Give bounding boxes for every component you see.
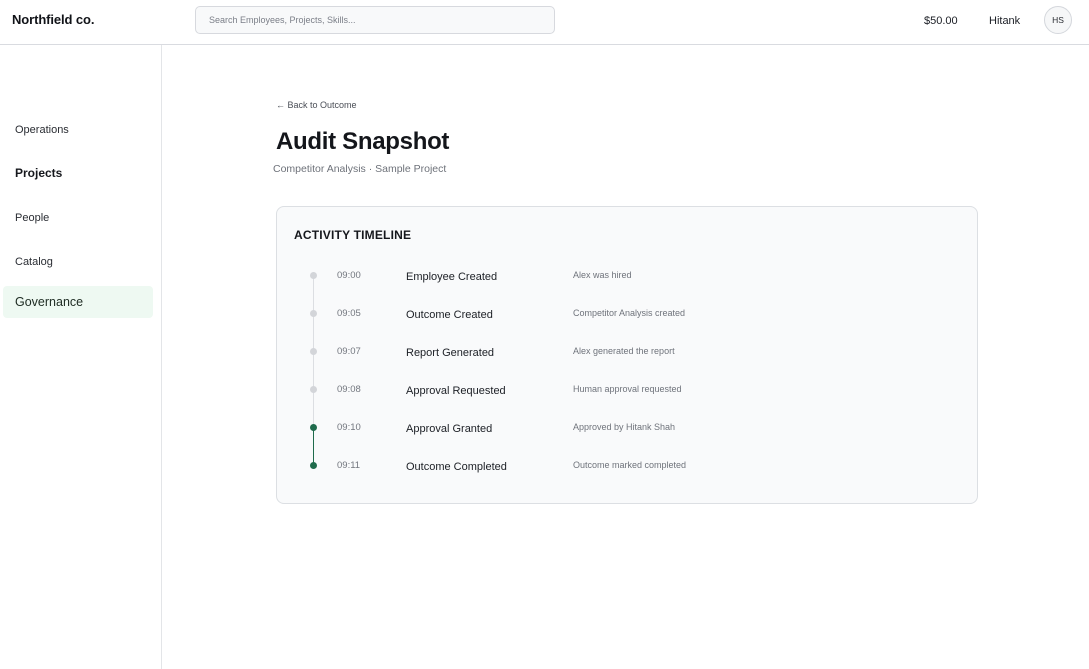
timeline-entry: 09:08 Approval Requested Human approval … [277, 383, 977, 403]
timeline-event: Outcome Created [406, 309, 493, 321]
timeline-dot [310, 348, 317, 355]
timeline-dot [310, 272, 317, 279]
timeline-dot [310, 462, 317, 469]
balance-amount: $50.00 [924, 15, 958, 27]
timeline-time: 09:08 [337, 384, 361, 395]
search-input[interactable] [196, 7, 554, 33]
sidebar: Operations Projects People Catalog Gover… [0, 45, 162, 669]
page-subtitle: Competitor Analysis · Sample Project [273, 163, 447, 175]
timeline-time: 09:00 [337, 270, 361, 281]
timeline-entry: 09:07 Report Generated Alex generated th… [277, 345, 977, 365]
timeline-time: 09:05 [337, 308, 361, 319]
timeline-dot [310, 424, 317, 431]
timeline-event: Approval Requested [406, 385, 506, 397]
timeline-entry: 09:05 Outcome Created Competitor Analysi… [277, 307, 977, 327]
avatar[interactable]: HS [1044, 6, 1072, 34]
timeline-dot [310, 310, 317, 317]
timeline-entry: 09:10 Approval Granted Approved by Hitan… [277, 421, 977, 441]
timeline-event: Approval Granted [406, 423, 493, 435]
timeline-event: Report Generated [406, 347, 495, 359]
sidebar-item-catalog[interactable]: Catalog [3, 246, 153, 278]
timeline-event: Employee Created [406, 271, 498, 283]
timeline-detail: Outcome marked completed [573, 460, 687, 470]
timeline-detail: Competitor Analysis created [573, 308, 686, 318]
back-to-outcome-link[interactable]: ← Back to Outcome [276, 100, 357, 110]
sidebar-item-people[interactable]: People [3, 202, 153, 234]
timeline-time: 09:10 [337, 422, 361, 433]
timeline-detail: Human approval requested [573, 384, 682, 394]
timeline-event: Outcome Completed [406, 461, 507, 473]
page-title: Audit Snapshot [276, 128, 450, 155]
user-name[interactable]: Hitank [989, 15, 1020, 27]
timeline-detail: Alex generated the report [573, 346, 675, 356]
timeline-detail: Approved by Hitank Shah [573, 422, 676, 432]
timeline-entry: 09:00 Employee Created Alex was hired [277, 269, 977, 289]
search-box[interactable] [195, 6, 555, 34]
timeline-time: 09:11 [337, 460, 361, 471]
timeline-detail: Alex was hired [573, 270, 632, 280]
sidebar-item-projects[interactable]: Projects [3, 157, 153, 189]
sidebar-item-governance[interactable]: Governance [3, 286, 153, 318]
timeline-dot [310, 386, 317, 393]
activity-timeline-card: ACTIVITY TIMELINE 09:00 Employee Created… [276, 206, 978, 504]
top-bar: Northfield co. $50.00 Hitank HS [0, 0, 1089, 45]
sidebar-item-operations[interactable]: Operations [3, 114, 153, 146]
timeline-entry: 09:11 Outcome Completed Outcome marked c… [277, 459, 977, 479]
timeline-time: 09:07 [337, 346, 361, 357]
timeline-heading: ACTIVITY TIMELINE [294, 228, 412, 242]
brand-logo[interactable]: Northfield co. [12, 12, 94, 27]
